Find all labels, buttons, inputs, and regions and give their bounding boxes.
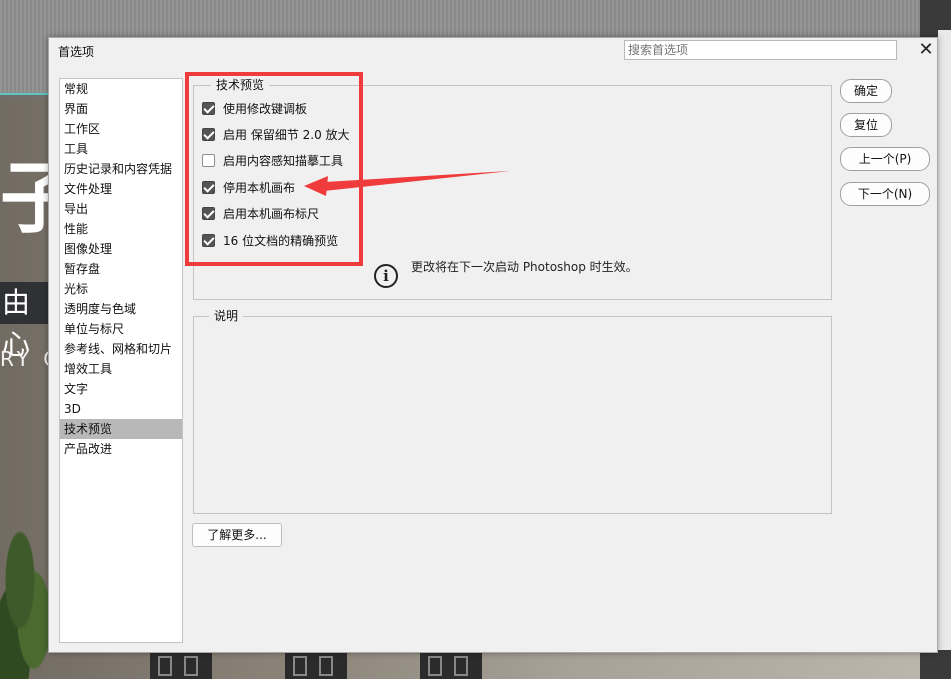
sidebar-item-units[interactable]: 单位与标尺 xyxy=(60,319,182,339)
sidebar-item-transparency[interactable]: 透明度与色域 xyxy=(60,299,182,319)
info-icon: i xyxy=(374,264,398,288)
description-group: 说明 xyxy=(193,309,832,514)
sidebar-item-3d[interactable]: 3D xyxy=(60,399,182,419)
sidebar-item-image-processing[interactable]: 图像处理 xyxy=(60,239,182,259)
sidebar-item-workspace[interactable]: 工作区 xyxy=(60,119,182,139)
preferences-sidebar: 常规 界面 工作区 工具 历史记录和内容凭据 文件处理 导出 性能 图像处理 暂… xyxy=(59,78,183,643)
sidebar-item-type[interactable]: 文字 xyxy=(60,379,182,399)
background-rack xyxy=(285,650,347,679)
sidebar-item-plugins[interactable]: 增效工具 xyxy=(60,359,182,379)
sidebar-item-guides[interactable]: 参考线、网格和切片 xyxy=(60,339,182,359)
group-title: 说明 xyxy=(209,309,244,324)
background-rack xyxy=(150,650,212,679)
background-scrollbar[interactable] xyxy=(938,30,951,650)
ok-button[interactable]: 确定 xyxy=(840,79,892,103)
sidebar-item-performance[interactable]: 性能 xyxy=(60,219,182,239)
sidebar-item-history[interactable]: 历史记录和内容凭据 xyxy=(60,159,182,179)
reset-button[interactable]: 复位 xyxy=(840,113,892,137)
background-dark-label: 由心 xyxy=(0,282,50,361)
close-icon[interactable]: ✕ xyxy=(915,39,937,61)
sidebar-item-file-handling[interactable]: 文件处理 xyxy=(60,179,182,199)
background-plant xyxy=(0,520,50,679)
annotation-highlight-box xyxy=(185,72,363,266)
sidebar-item-cursors[interactable]: 光标 xyxy=(60,279,182,299)
sidebar-item-general[interactable]: 常规 xyxy=(60,79,182,99)
next-button[interactable]: 下一个(N) xyxy=(840,182,930,206)
preferences-dialog: 首选项 ✕ 常规 界面 工作区 工具 历史记录和内容凭据 文件处理 导出 性能 … xyxy=(48,37,938,653)
sidebar-item-tools[interactable]: 工具 xyxy=(60,139,182,159)
dialog-title: 首选项 xyxy=(58,45,95,59)
sidebar-item-interface[interactable]: 界面 xyxy=(60,99,182,119)
sidebar-item-export[interactable]: 导出 xyxy=(60,199,182,219)
sidebar-item-scratch-disks[interactable]: 暂存盘 xyxy=(60,259,182,279)
previous-button[interactable]: 上一个(P) xyxy=(840,147,930,171)
search-preferences-input[interactable] xyxy=(624,40,897,60)
background-rack xyxy=(420,650,482,679)
restart-notice: 更改将在下一次启动 Photoshop 时生效。 xyxy=(411,260,638,274)
sidebar-item-technology-previews[interactable]: 技术预览 xyxy=(60,419,182,439)
learn-more-button[interactable]: 了解更多... xyxy=(192,523,282,547)
sidebar-item-product-improvement[interactable]: 产品改进 xyxy=(60,439,182,459)
